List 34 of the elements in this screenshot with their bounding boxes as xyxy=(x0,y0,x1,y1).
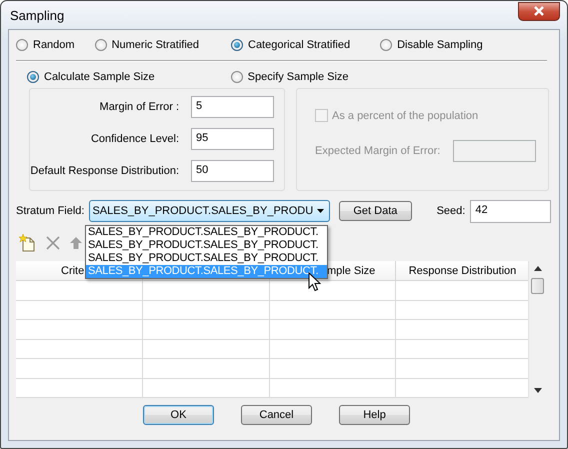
checkbox-label: As a percent of the population xyxy=(332,110,478,122)
new-document-icon[interactable] xyxy=(19,234,37,252)
radio-button[interactable]: Specify Sample Size xyxy=(230,71,349,83)
field-label: Expected Margin of Error: xyxy=(315,145,440,157)
up-arrow-icon[interactable] xyxy=(69,235,83,251)
dialog-button[interactable]: OK xyxy=(143,405,214,425)
seed-field[interactable]: 42 xyxy=(470,200,551,222)
window-title: Sampling xyxy=(9,8,64,22)
delete-icon[interactable] xyxy=(45,235,61,251)
input-field[interactable]: 95 xyxy=(191,128,274,150)
input-field[interactable]: 50 xyxy=(191,160,274,182)
input-field[interactable] xyxy=(453,140,536,162)
radio-button[interactable]: Calculate Sample Size xyxy=(27,71,155,83)
field-label: Seed: xyxy=(436,205,466,217)
radio-button[interactable]: Disable Sampling xyxy=(380,39,483,51)
field-label: Default Response Distribution: xyxy=(30,165,179,177)
radio-button[interactable]: Random xyxy=(16,39,75,51)
scroll-down-icon[interactable] xyxy=(534,388,542,393)
close-button[interactable] xyxy=(518,2,560,20)
dialog-button[interactable]: Help xyxy=(339,405,410,425)
dialog-button[interactable]: Cancel xyxy=(241,405,312,425)
field-label: Margin of Error : xyxy=(98,101,179,113)
scroll-thumb[interactable] xyxy=(531,278,544,294)
get-data-button[interactable]: Get Data xyxy=(339,201,412,221)
field-label: Stratum Field: xyxy=(16,205,84,217)
close-icon xyxy=(533,6,545,16)
scroll-up-icon[interactable] xyxy=(534,266,542,271)
radio-button[interactable]: Numeric Stratified xyxy=(94,39,199,51)
dropdown-option[interactable]: SALES_BY_PRODUCT.SALES_BY_PRODUCT. xyxy=(86,239,327,252)
input-field[interactable]: 5 xyxy=(191,96,274,118)
dropdown-option[interactable]: SALES_BY_PRODUCT.SALES_BY_PRODUCT. xyxy=(86,226,327,239)
dropdown[interactable]: SALES_BY_PRODUCT.SALES_BY_PRODU xyxy=(89,200,330,222)
radio-button[interactable]: Categorical Stratified xyxy=(231,39,350,51)
field-label: Confidence Level: xyxy=(90,133,179,145)
